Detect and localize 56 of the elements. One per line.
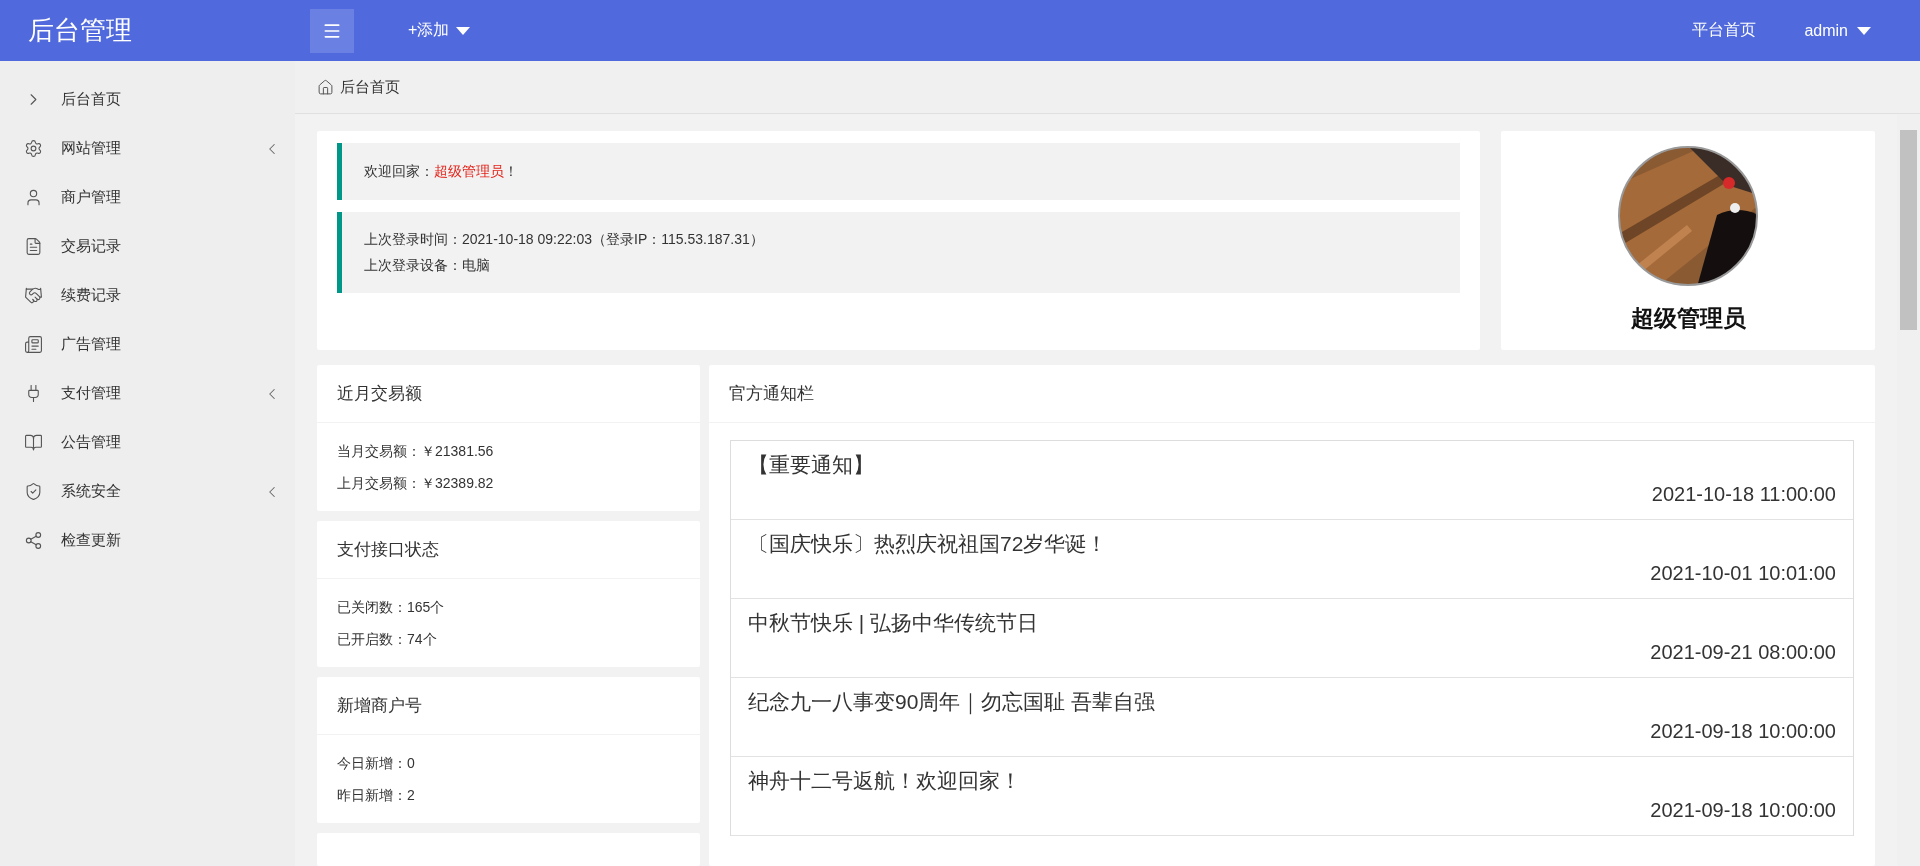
sidebar-label: 商户管理 xyxy=(61,188,122,207)
welcome-text: 欢迎回家：超级管理员！ xyxy=(364,162,519,181)
caret-icon xyxy=(455,25,472,36)
handshake-icon xyxy=(24,286,43,305)
sidebar-item[interactable]: 商户管理 xyxy=(0,173,295,222)
sidebar-item[interactable]: 系统安全 xyxy=(0,467,295,516)
sidebar-label: 检查更新 xyxy=(61,531,122,550)
card-title: 近月交易额 xyxy=(317,365,700,423)
share-icon xyxy=(24,531,43,550)
card-title: 新增商户号 xyxy=(317,677,700,735)
home-icon xyxy=(317,78,334,96)
sidebar-label: 后台首页 xyxy=(61,90,122,109)
gear-icon xyxy=(24,139,43,158)
sidebar-item[interactable]: 续费记录 xyxy=(0,271,295,320)
sidebar-item[interactable]: 网站管理 xyxy=(0,124,295,173)
sidebar-label: 广告管理 xyxy=(61,335,122,354)
login-info-text: 上次登录时间：2021-10-18 09:22:03（登录IP：115.53.187.31） xyxy=(364,230,765,249)
profile-name: 超级管理员 xyxy=(1630,304,1746,333)
stat-text: 今日新增：0 xyxy=(337,754,416,773)
sidebar-label: 续费记录 xyxy=(61,286,122,305)
notice-item[interactable]: 纪念九一八事变90周年｜勿忘国耻 吾辈自强 2021-09-18 10:00:00 xyxy=(731,678,1853,757)
header-link[interactable]: 平台首页 xyxy=(1692,20,1757,41)
notice-item[interactable]: 〔国庆快乐〕热烈庆祝祖国72岁华诞！ 2021-10-01 10:01:00 xyxy=(731,520,1853,599)
notice-item[interactable]: 【重要通知】 2021-10-18 11:00:00 xyxy=(731,441,1853,520)
stat-text: 已开启数：74个 xyxy=(337,630,438,649)
stat-text: 上月交易额：￥32389.82 xyxy=(337,474,495,493)
app-logo: 后台管理 xyxy=(27,14,133,47)
sidebar-label: 支付管理 xyxy=(61,384,122,403)
document-icon xyxy=(24,237,43,256)
sidebar-item[interactable]: 公告管理 xyxy=(0,418,295,467)
card-title: 支付接口状态 xyxy=(317,521,700,579)
user-icon xyxy=(24,188,43,207)
caret-icon xyxy=(1856,25,1872,36)
login-info-text: 上次登录设备：电脑 xyxy=(364,256,491,275)
stat-text: 昨日新增：2 xyxy=(337,786,416,805)
sidebar-label: 网站管理 xyxy=(61,139,122,158)
add-menu-button[interactable]: +添加 xyxy=(408,20,472,41)
notice-item[interactable]: 中秋节快乐 | 弘扬中华传统节日 2021-09-21 08:00:00 xyxy=(731,599,1853,678)
sidebar-item[interactable]: 检查更新 xyxy=(0,516,295,565)
sidebar-label: 交易记录 xyxy=(61,237,122,256)
sidebar-item[interactable]: 后台首页 xyxy=(0,75,295,124)
sidebar-label: 系统安全 xyxy=(61,482,122,501)
sidebar-item[interactable]: 交易记录 xyxy=(0,222,295,271)
sidebar-item[interactable]: 广告管理 xyxy=(0,320,295,369)
stat-text: 当月交易额：￥21381.56 xyxy=(337,442,495,461)
book-icon xyxy=(24,433,43,452)
sidebar-label: 公告管理 xyxy=(61,433,122,452)
menu-button[interactable] xyxy=(310,8,354,53)
header-link[interactable]: admin xyxy=(1804,21,1872,40)
breadcrumb-link[interactable]: 后台首页 xyxy=(340,77,400,97)
card-title: 官方通知栏 xyxy=(709,365,1875,423)
shield-icon xyxy=(24,482,43,501)
stat-text: 已关闭数：165个 xyxy=(337,598,446,617)
notice-item[interactable]: 神舟十二号返航！欢迎回家！ 2021-09-18 10:00:00 xyxy=(731,757,1853,836)
newspaper-icon xyxy=(24,335,43,354)
sidebar-item[interactable]: 支付管理 xyxy=(0,369,295,418)
